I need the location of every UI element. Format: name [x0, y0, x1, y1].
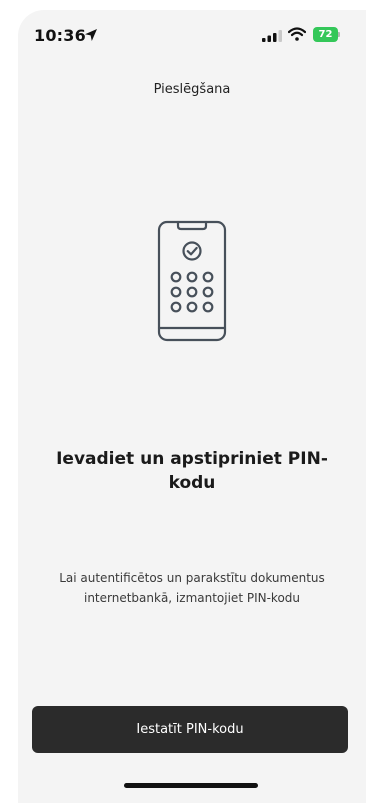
- battery-icon: 72: [313, 27, 341, 42]
- wifi-icon: [288, 27, 306, 41]
- headline: Ievadiet un apstipriniet PIN-kodu: [56, 449, 328, 493]
- clipped-heading: t kodu: [0, 0, 366, 10]
- battery-level: 72: [313, 27, 338, 42]
- location-arrow-icon: [85, 29, 97, 41]
- home-indicator[interactable]: [124, 783, 258, 788]
- battery-cap: [338, 32, 340, 37]
- app-screen: 10:36 72 Pieslēgšana Ievadiet un apstipr…: [18, 10, 366, 803]
- description: Lai autentificētos un parakstītu dokumen…: [59, 571, 325, 605]
- set-pin-button[interactable]: Iestatīt PIN-kodu: [32, 706, 348, 753]
- cellular-signal-icon: [262, 30, 282, 42]
- status-time: 10:36: [34, 26, 86, 45]
- status-bar: 10:36 72: [18, 10, 366, 60]
- phone-pin-keypad-icon: [157, 220, 227, 342]
- page-title: Pieslēgšana: [153, 82, 231, 97]
